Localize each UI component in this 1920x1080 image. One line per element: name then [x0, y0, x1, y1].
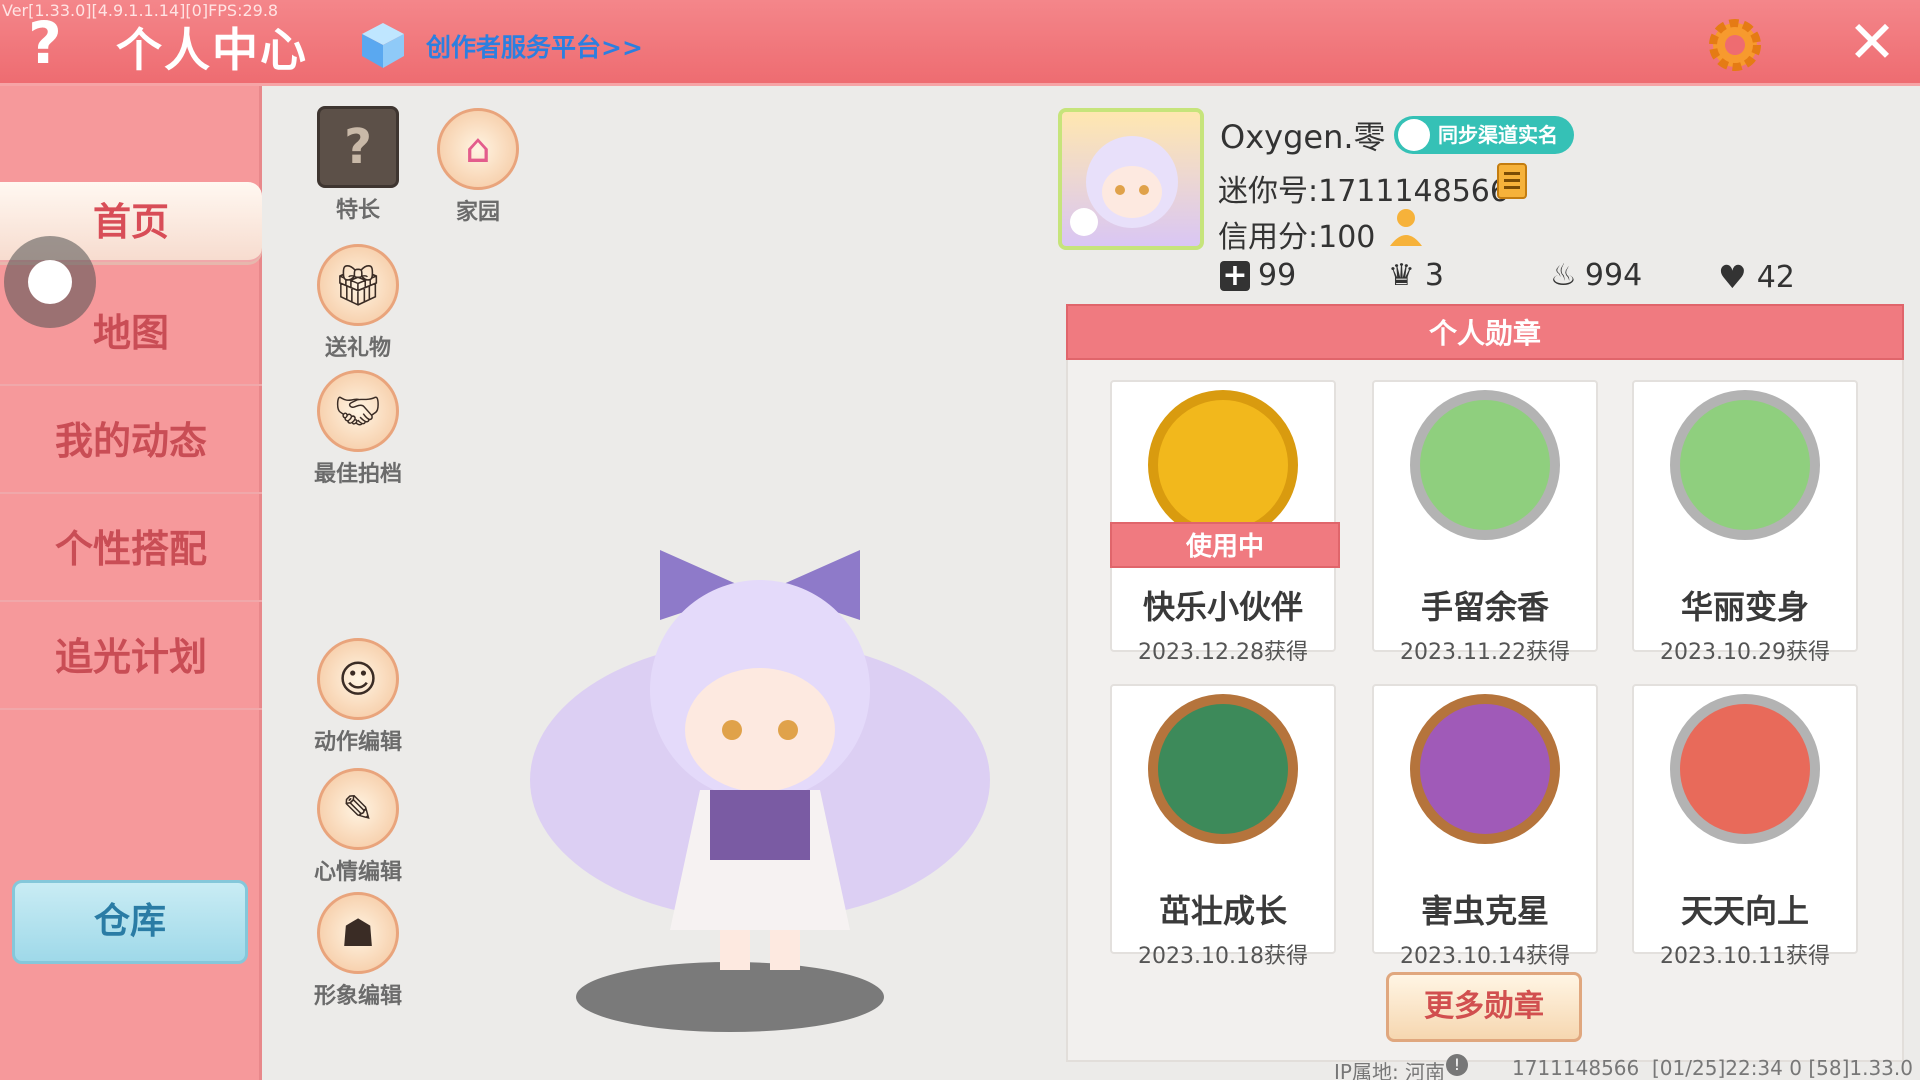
medal-badge-icon — [1410, 390, 1560, 540]
medal-badge-icon — [1670, 694, 1820, 844]
medal-card[interactable]: 华丽变身 2023.10.29获得 — [1632, 380, 1858, 665]
mood-edit-label: 心情编辑 — [313, 860, 402, 885]
house-icon: ⌂ — [437, 108, 519, 190]
medal-card[interactable]: 使用中 快乐小伙伴 2023.12.28获得 — [1110, 380, 1340, 665]
stat-plus: + 99 — [1220, 258, 1296, 293]
copy-icon[interactable] — [1494, 162, 1534, 202]
ip-location: IP属地: 河南 — [1334, 1060, 1446, 1080]
talent-button[interactable]: ? 特长 — [298, 106, 418, 224]
mini-id: 迷你号:1711148566 — [1218, 174, 1509, 209]
image-edit-label: 形象编辑 — [313, 984, 402, 1009]
outfit-icon: ☗ — [317, 892, 399, 974]
floating-assist-button[interactable] — [4, 236, 96, 328]
stat-trophy: ♛ 3 — [1388, 258, 1444, 293]
person-icon — [1398, 119, 1430, 151]
stat-flame-value: 994 — [1584, 258, 1643, 293]
medal-panel-title: 个人勋章 — [1066, 304, 1904, 360]
footer-id: 1711148566 — [1512, 1056, 1640, 1080]
stat-plus-value: 99 — [1258, 258, 1297, 293]
medal-date: 2023.10.14获得 — [1400, 944, 1570, 969]
medal-name: 华丽变身 — [1680, 588, 1809, 626]
medal-date: 2023.10.11获得 — [1660, 944, 1830, 969]
sync-realname-label: 同步渠道实名 — [1438, 123, 1558, 147]
mood-edit-button[interactable]: ✎ 心情编辑 — [298, 768, 418, 886]
sync-realname-badge[interactable]: 同步渠道实名 — [1394, 116, 1574, 154]
medal-name: 快乐小伙伴 — [1142, 588, 1303, 626]
medal-card[interactable]: 手留余香 2023.11.22获得 — [1372, 380, 1598, 665]
best-partner-label: 最佳拍档 — [313, 462, 402, 487]
edit-pencil-icon: ✎ — [317, 768, 399, 850]
plus-box-icon: + — [1220, 260, 1250, 291]
medal-date: 2023.12.28获得 — [1138, 640, 1308, 665]
warehouse-button[interactable]: 仓库 — [12, 880, 248, 964]
medal-date: 2023.10.29获得 — [1660, 640, 1830, 665]
medal-card[interactable]: 茁壮成长 2023.10.18获得 — [1110, 684, 1336, 969]
flame-icon: ♨ — [1550, 258, 1577, 293]
sidebar: 首页 地图 我的动态 个性搭配 追光计划 仓库 — [0, 86, 262, 1080]
medal-name: 茁壮成长 — [1158, 892, 1287, 930]
close-button[interactable]: ✕ — [1846, 12, 1898, 72]
stat-flame: ♨ 994 — [1550, 258, 1642, 293]
medal-badge-icon — [1410, 694, 1560, 844]
sidebar-item-light-plan[interactable]: 追光计划 — [0, 604, 262, 710]
stat-heart: ♥ 42 — [1718, 258, 1795, 296]
cube-icon[interactable] — [358, 20, 408, 70]
send-gift-label: 送礼物 — [324, 336, 391, 361]
medal-card[interactable]: 害虫克星 2023.10.14获得 — [1372, 684, 1598, 969]
profile-avatar[interactable] — [1058, 108, 1204, 250]
best-partner-button[interactable]: 🤝︎ 最佳拍档 — [298, 370, 418, 488]
medal-badge-icon — [1148, 390, 1298, 540]
question-box-icon: ? — [317, 106, 399, 188]
home-garden-button[interactable]: ⌂ 家园 — [418, 108, 538, 226]
in-use-badge: 使用中 — [1110, 522, 1340, 568]
medal-card[interactable]: 天天向上 2023.10.11获得 — [1632, 684, 1858, 969]
stat-trophy-value: 3 — [1424, 258, 1444, 293]
send-gift-button[interactable]: 🎁︎ 送礼物 — [298, 244, 418, 362]
medal-badge-icon — [1670, 390, 1820, 540]
creator-platform-link[interactable]: 创作者服务平台>> — [426, 28, 643, 64]
player-name: Oxygen.零 — [1220, 118, 1386, 156]
home-garden-label: 家园 — [455, 200, 500, 225]
action-edit-label: 动作编辑 — [313, 730, 402, 755]
medal-name: 手留余香 — [1420, 588, 1549, 626]
image-edit-button[interactable]: ☗ 形象编辑 — [298, 892, 418, 1010]
more-medals-button[interactable]: 更多勋章 — [1386, 972, 1582, 1042]
talent-label: 特长 — [335, 198, 380, 223]
sidebar-item-outfit[interactable]: 个性搭配 — [0, 496, 262, 602]
sidebar-item-my-feed[interactable]: 我的动态 — [0, 388, 262, 494]
footer-time: [01/25]22:34 0 [58]1.33.0 — [1652, 1056, 1913, 1080]
medal-badge-icon — [1148, 694, 1298, 844]
gift-icon: 🎁︎ — [317, 244, 399, 326]
credit-score: 信用分:100 — [1218, 220, 1376, 255]
stat-heart-value: 42 — [1756, 259, 1795, 295]
gear-icon[interactable] — [1704, 14, 1766, 76]
top-bar: Ver[1.33.0][4.9.1.1.14][0]FPS:29.8 ? 个人中… — [0, 0, 1920, 86]
trophy-icon: ♛ — [1388, 258, 1415, 293]
action-edit-button[interactable]: ☺ 动作编辑 — [298, 638, 418, 756]
medal-date: 2023.11.22获得 — [1400, 640, 1570, 665]
medal-name: 天天向上 — [1680, 892, 1809, 930]
credit-user-icon[interactable] — [1386, 206, 1430, 248]
heart-icon: ♥ — [1718, 258, 1747, 296]
help-button[interactable]: ? — [14, 12, 76, 74]
medal-name: 害虫克星 — [1420, 892, 1549, 930]
info-icon[interactable]: ! — [1446, 1054, 1468, 1076]
handshake-icon: 🤝︎ — [317, 370, 399, 452]
medal-date: 2023.10.18获得 — [1138, 944, 1308, 969]
action-figure-icon: ☺ — [317, 638, 399, 720]
page-title: 个人中心 — [116, 23, 308, 77]
character-avatar[interactable] — [510, 530, 1010, 1010]
